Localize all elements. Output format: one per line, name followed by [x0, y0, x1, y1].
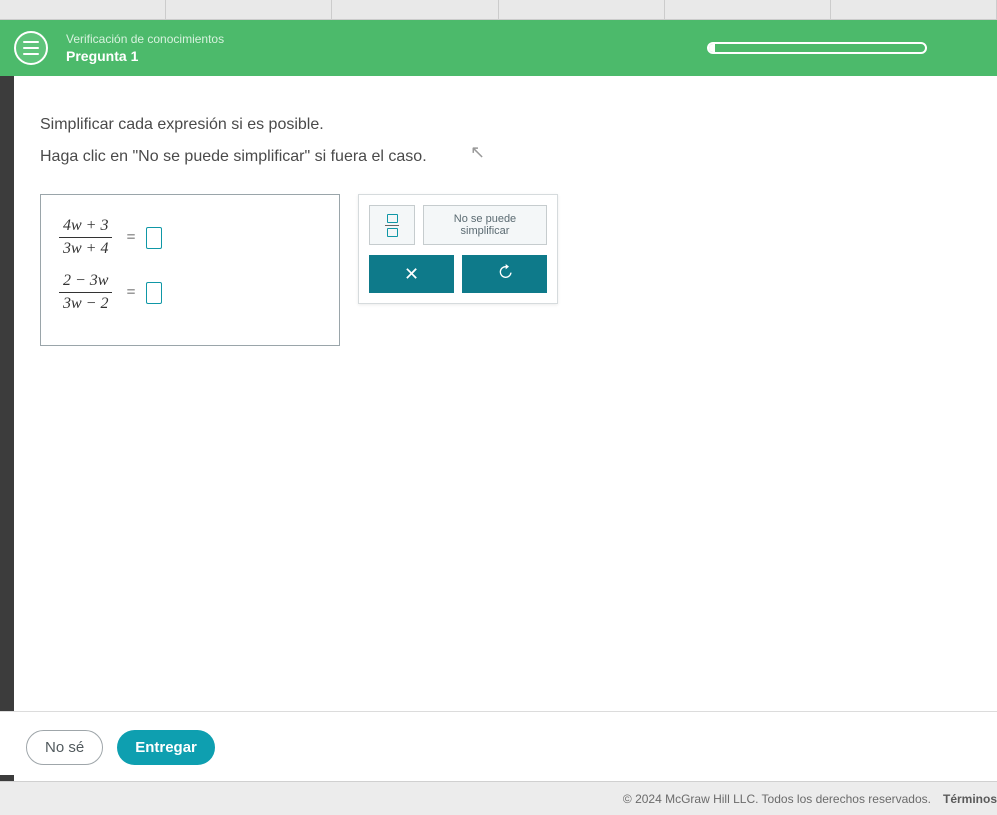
left-edge-shadow — [0, 76, 14, 815]
expression-2: 2 − 3w 3w − 2 = — [59, 272, 321, 313]
bottom-action-bar: No sé Entregar — [0, 711, 997, 775]
dont-know-button[interactable]: No sé — [26, 730, 103, 765]
fraction-icon — [385, 214, 399, 237]
header-title: Pregunta 1 — [66, 48, 224, 64]
answer-box-1[interactable] — [146, 227, 162, 249]
submit-button[interactable]: Entregar — [117, 730, 215, 765]
tool-palette: No se puede simplificar ✕ — [358, 194, 558, 304]
x-icon: ✕ — [404, 264, 419, 285]
copyright-text: © 2024 McGraw Hill LLC. Todos los derech… — [623, 792, 931, 806]
instruction-line-1: Simplificar cada expresión si es posible… — [40, 116, 957, 134]
instruction-line-2: Haga clic en "No se puede simplificar" s… — [40, 148, 957, 166]
undo-icon — [497, 264, 513, 285]
menu-button[interactable] — [14, 31, 48, 65]
equals-sign: = — [126, 284, 135, 302]
progress-bar — [707, 42, 927, 54]
answer-box-2[interactable] — [146, 282, 162, 304]
expression-panel: 4w + 3 3w + 4 = 2 − 3w 3w − 2 = — [40, 194, 340, 346]
header-subtitle: Verificación de conocimientos — [66, 32, 224, 46]
reset-button[interactable] — [462, 255, 547, 293]
page-footer: © 2024 McGraw Hill LLC. Todos los derech… — [0, 781, 997, 815]
equals-sign: = — [126, 229, 135, 247]
progress-fill — [709, 44, 715, 52]
clear-button[interactable]: ✕ — [369, 255, 454, 293]
window-tab-bar — [0, 0, 997, 20]
insert-fraction-button[interactable] — [369, 205, 415, 245]
hamburger-icon — [23, 41, 39, 43]
terms-link[interactable]: Términos — [943, 792, 997, 806]
fraction-2: 2 − 3w 3w − 2 — [59, 272, 112, 313]
cannot-simplify-button[interactable]: No se puede simplificar — [423, 205, 547, 245]
expression-1: 4w + 3 3w + 4 = — [59, 217, 321, 258]
cursor-icon: ↖ — [470, 142, 485, 163]
app-header: Verificación de conocimientos Pregunta 1 — [0, 20, 997, 76]
fraction-1: 4w + 3 3w + 4 — [59, 217, 112, 258]
